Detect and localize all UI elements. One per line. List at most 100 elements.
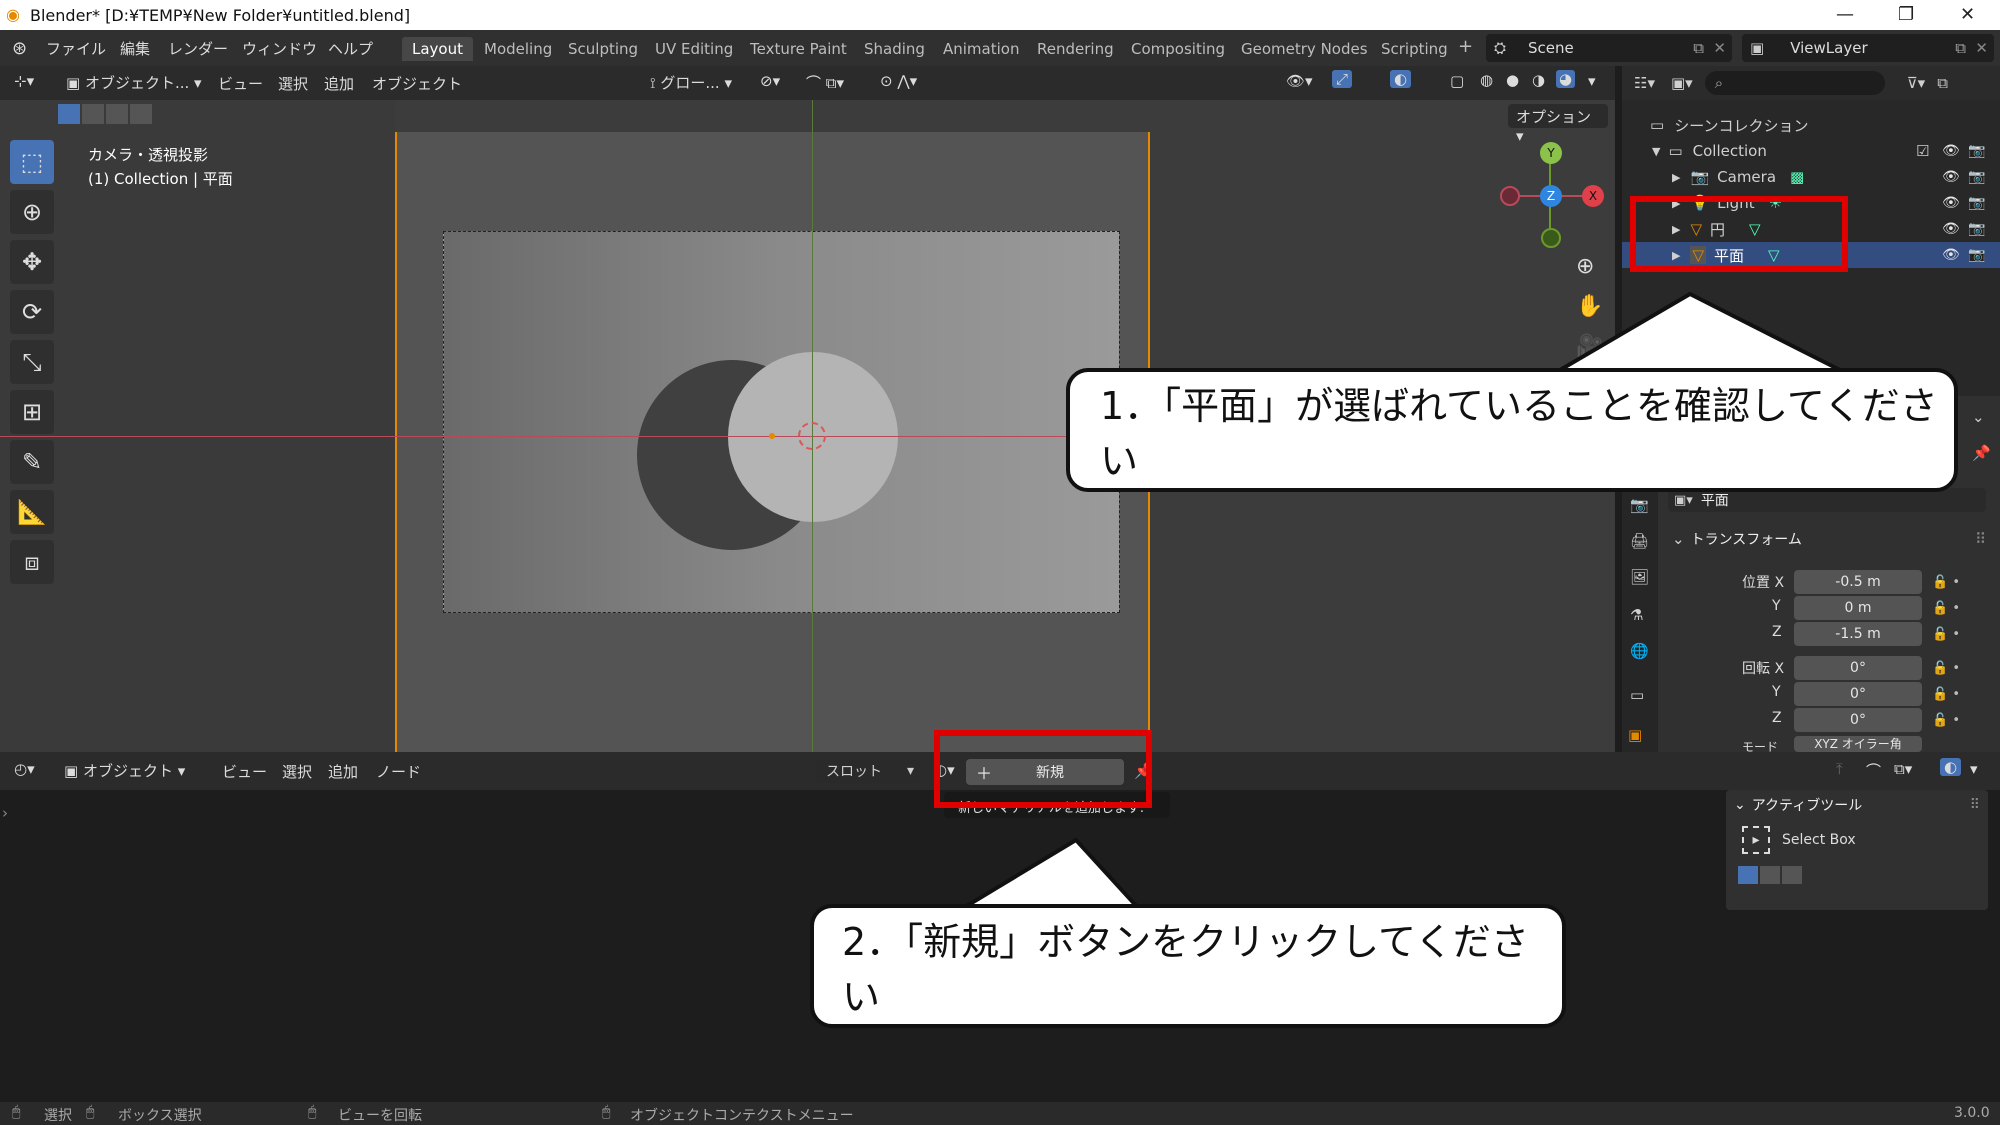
transform-orientation-dropdown[interactable]: ⟟ グロー... ▾ — [650, 72, 732, 93]
rotate-tool-icon[interactable]: ⟳ — [10, 290, 54, 334]
visibility-eye-icon[interactable]: 👁 — [1942, 247, 1960, 263]
move-tool-icon[interactable]: ✥ — [10, 240, 54, 284]
tab-sculpting[interactable]: Sculpting — [568, 40, 638, 58]
menu-window[interactable]: ウィンドウ — [242, 38, 317, 59]
tab-uv-editing[interactable]: UV Editing — [655, 40, 733, 58]
active-tool-header[interactable]: ⌄ アクティブツール ⠿ — [1726, 790, 1988, 820]
rendered-shading-icon[interactable]: ◕ — [1556, 70, 1576, 88]
transform-tool-icon[interactable]: ⊞ — [10, 390, 54, 434]
snap-icon[interactable]: ⌒ — [1866, 760, 1881, 781]
delete-scene-icon[interactable]: ✕ — [1713, 39, 1726, 57]
gizmo-x-axis[interactable]: X — [1582, 185, 1604, 207]
snap-icon[interactable]: ⌒ ⧉▾ — [806, 72, 844, 93]
lock-icon[interactable]: 🔓 • — [1932, 622, 1960, 648]
visibility-eye-icon[interactable]: 👁 — [1942, 195, 1960, 211]
collection-row[interactable]: ▼ ▭ Collection ☑ 👁 📷 — [1622, 138, 2000, 164]
select-new-icon[interactable] — [58, 104, 80, 124]
lock-icon[interactable]: 🔓 • — [1932, 708, 1960, 734]
display-mode-icon[interactable]: ▣▾ — [1671, 74, 1693, 92]
rotation-y-field[interactable]: 0° — [1794, 682, 1922, 706]
material-shading-icon[interactable]: ◑ — [1532, 71, 1545, 89]
visibility-eye-icon[interactable]: 👁 — [1942, 143, 1960, 159]
scene-properties-icon[interactable]: ⚗ — [1630, 606, 1643, 624]
copy-viewlayer-icon[interactable]: ⧉ — [1955, 39, 1966, 57]
annotate-tool-icon[interactable]: ✎ — [10, 440, 54, 484]
select-box-tool-row[interactable]: ▸ Select Box — [1726, 820, 1988, 860]
shading-options-icon[interactable]: ▾ — [1588, 72, 1596, 90]
render-camera-icon[interactable]: 📷 — [1968, 247, 1985, 263]
pivot-icon[interactable]: ⊘▾ — [760, 72, 780, 90]
close-button[interactable]: ✕ — [1960, 4, 1975, 25]
menu-add[interactable]: 追加 — [324, 73, 354, 94]
parent-node-icon[interactable]: ⤒ — [1836, 760, 1843, 778]
tab-geometry-nodes[interactable]: Geometry Nodes — [1241, 40, 1368, 58]
gizmo-z-axis[interactable]: Z — [1540, 185, 1562, 207]
select-invert-icon[interactable] — [130, 104, 152, 124]
overlay-toggle-icon[interactable]: ◐ — [1940, 758, 1962, 776]
outliner-search-input[interactable]: ⌕ — [1704, 71, 1885, 95]
select-subtract-icon[interactable] — [1782, 866, 1802, 884]
tab-scripting[interactable]: Scripting — [1381, 40, 1448, 58]
zoom-icon[interactable]: ⊕ — [1576, 254, 1594, 279]
measure-tool-icon[interactable]: 📐 — [10, 490, 54, 534]
slot-dropdown[interactable]: スロット ▾ — [816, 759, 920, 783]
menu-view[interactable]: ビュー — [222, 761, 267, 782]
add-workspace-button[interactable]: + — [1458, 36, 1473, 57]
collapse-icon[interactable]: ⌄ — [1972, 408, 1985, 426]
minimize-button[interactable]: — — [1836, 4, 1854, 25]
transform-panel-header[interactable]: ⌄ トランスフォーム ⠿ — [1668, 526, 1986, 552]
collection-properties-icon[interactable]: ▭ — [1630, 686, 1644, 704]
rotation-x-field[interactable]: 0° — [1794, 656, 1922, 680]
restore-button[interactable]: ❐ — [1898, 4, 1914, 25]
snap-mode-icon[interactable]: ⧉▾ — [1894, 760, 1912, 778]
viewlayer-selector[interactable]: ▣ ViewLayer ⧉ ✕ — [1742, 34, 1994, 62]
lock-icon[interactable]: 🔓 • — [1932, 570, 1960, 596]
menu-help[interactable]: ヘルプ — [328, 38, 373, 59]
location-x-field[interactable]: -0.5 m — [1794, 570, 1922, 594]
view-layer-icon[interactable]: 🖼 — [1630, 568, 1649, 586]
node-editor-type-icon[interactable]: ◴▾ — [14, 760, 35, 778]
gizmo-toggle-icon[interactable]: ⤢ — [1332, 70, 1353, 88]
menu-render[interactable]: レンダー — [168, 38, 228, 59]
expand-arrow-icon[interactable]: ▶ — [1672, 171, 1680, 184]
menu-select[interactable]: 選択 — [282, 761, 312, 782]
wireframe-shading-icon[interactable]: ◍ — [1480, 71, 1493, 89]
scene-collection-row[interactable]: ▭ シーンコレクション — [1622, 112, 2000, 138]
location-z-field[interactable]: -1.5 m — [1794, 622, 1922, 646]
editor-type-icon[interactable]: ⊹▾ — [14, 72, 34, 90]
tab-animation[interactable]: Animation — [943, 40, 1019, 58]
gizmo-neg-x[interactable] — [1500, 186, 1520, 206]
expand-arrow-icon[interactable]: ▼ — [1652, 145, 1660, 158]
tab-shading[interactable]: Shading — [864, 40, 925, 58]
scale-tool-icon[interactable]: ⤡ — [10, 340, 54, 384]
scene-selector[interactable]: ⛭ Scene ⧉ ✕ — [1486, 34, 1732, 62]
drag-grip-icon[interactable]: ⠿ — [1970, 797, 1980, 813]
tab-modeling[interactable]: Modeling — [484, 40, 552, 58]
render-camera-icon[interactable]: 📷 — [1968, 195, 1985, 211]
menu-view[interactable]: ビュー — [218, 73, 263, 94]
select-subtract-icon[interactable] — [106, 104, 128, 124]
sidebar-toggle-icon[interactable]: › — [2, 804, 8, 822]
menu-edit[interactable]: 編集 — [120, 38, 150, 59]
select-extend-icon[interactable] — [82, 104, 104, 124]
menu-node[interactable]: ノード — [376, 761, 421, 782]
render-camera-icon[interactable]: 📷 — [1968, 221, 1985, 237]
add-cube-tool-icon[interactable]: ⧈ — [10, 540, 54, 584]
select-extend-icon[interactable] — [1760, 866, 1780, 884]
menu-add[interactable]: 追加 — [328, 761, 358, 782]
blender-menu-icon[interactable]: ⊛ — [12, 38, 27, 59]
location-y-field[interactable]: 0 m — [1794, 596, 1922, 620]
navigation-gizmo[interactable]: Y Z X — [1500, 142, 1604, 252]
visibility-eye-icon[interactable]: 👁 — [1942, 221, 1960, 237]
rotation-z-field[interactable]: 0° — [1794, 708, 1922, 732]
world-properties-icon[interactable]: 🌐 — [1630, 642, 1649, 660]
solid-shading-icon[interactable]: ● — [1506, 71, 1519, 89]
drag-grip-icon[interactable]: ⠿ — [1975, 530, 1986, 548]
lock-icon[interactable]: 🔓 • — [1932, 682, 1960, 708]
filter-icon[interactable]: ⊽▾ — [1907, 74, 1926, 92]
tab-layout[interactable]: Layout — [402, 37, 473, 61]
tab-texture-paint[interactable]: Texture Paint — [750, 40, 847, 58]
tab-rendering[interactable]: Rendering — [1037, 40, 1114, 58]
render-camera-icon[interactable]: 📷 — [1968, 169, 1985, 185]
shader-type-dropdown[interactable]: ▣ オブジェクト ▾ — [64, 760, 185, 781]
